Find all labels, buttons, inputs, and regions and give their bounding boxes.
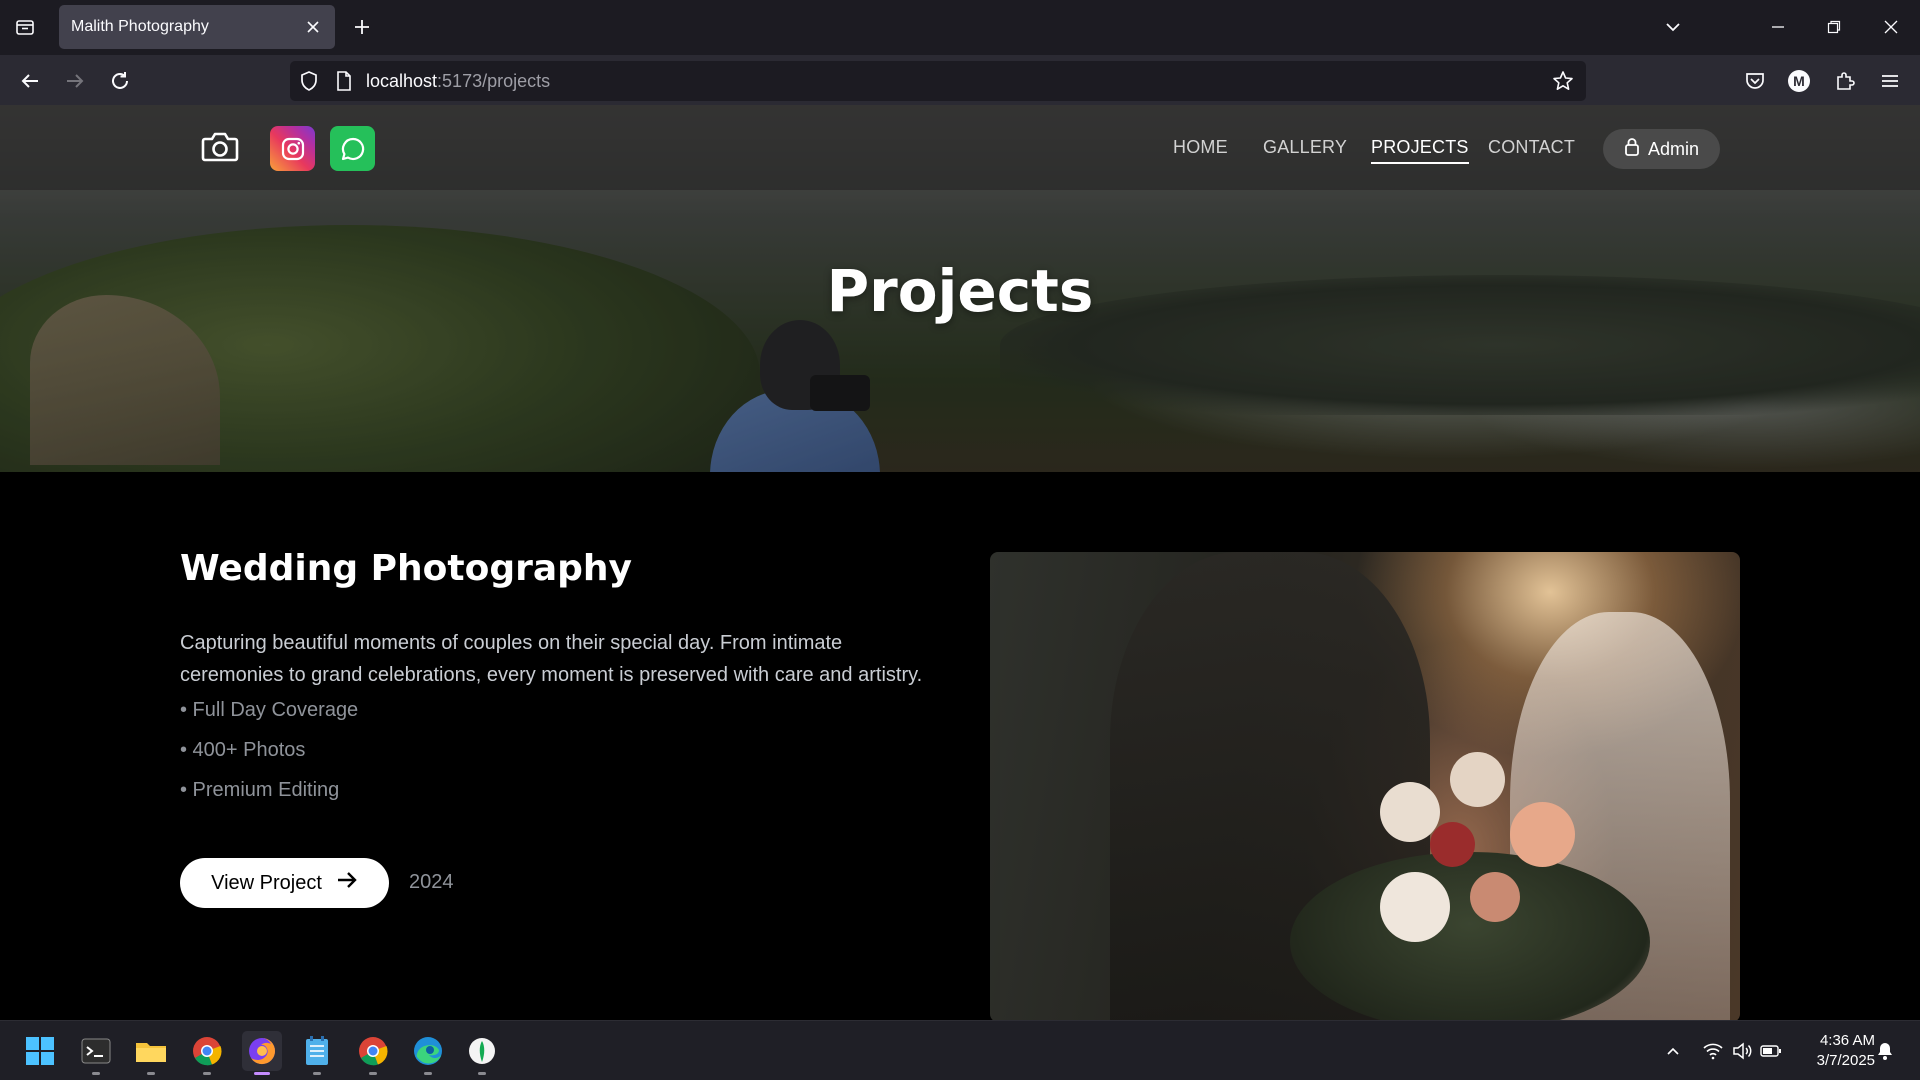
back-arrow-icon[interactable] <box>16 67 44 95</box>
show-hidden-icons-chevron-icon[interactable] <box>1660 1039 1686 1063</box>
nav-projects[interactable]: PROJECTS <box>1371 137 1469 164</box>
pocket-icon[interactable] <box>1741 67 1769 95</box>
close-window-icon[interactable] <box>1878 14 1904 40</box>
page-title: Projects <box>826 257 1094 325</box>
admin-label: Admin <box>1647 138 1700 159</box>
chrome-icon[interactable] <box>353 1031 393 1075</box>
project-title: Wedding Photography <box>180 548 633 589</box>
tab-overflow-chevron-icon[interactable] <box>1660 14 1686 40</box>
url-path: :5173/projects <box>437 71 551 91</box>
notepad-icon[interactable] <box>297 1031 337 1075</box>
nav-contact[interactable]: CONTACT <box>1488 137 1575 158</box>
mongodb-compass-icon[interactable] <box>462 1031 502 1075</box>
extensions-puzzle-icon[interactable] <box>1831 67 1859 95</box>
list-all-tabs-icon[interactable] <box>12 14 38 40</box>
bookmark-star-icon[interactable] <box>1552 70 1574 97</box>
browser-tab-active[interactable]: Malith Photography <box>59 5 335 49</box>
battery-icon[interactable] <box>1758 1039 1784 1063</box>
project-features-list: • Full Day Coverage • 400+ Photos • Prem… <box>180 690 358 810</box>
project-year: 2024 <box>409 871 454 893</box>
windows-start-icon[interactable] <box>20 1031 60 1071</box>
windows-taskbar: 4:36 AM 3/7/2025 <box>0 1020 1920 1080</box>
browser-toolbar: localhost:5173/projects M <box>0 55 1920 105</box>
account-avatar-icon[interactable]: M <box>1785 67 1813 95</box>
url-host: localhost <box>366 71 438 91</box>
terminal-icon[interactable] <box>76 1031 116 1075</box>
firefox-icon[interactable] <box>242 1031 282 1075</box>
chrome-icon[interactable] <box>187 1031 227 1075</box>
page-viewport: Projects HOME GALLERY PROJECTS CONTACT A… <box>0 105 1920 1020</box>
wifi-icon[interactable] <box>1700 1039 1726 1063</box>
volume-icon[interactable] <box>1729 1039 1755 1063</box>
camera-logo-icon[interactable] <box>200 129 240 165</box>
feature-item: • 400+ Photos <box>180 739 306 761</box>
admin-button[interactable]: Admin <box>1603 129 1720 169</box>
clock-date: 3/7/2025 <box>1816 1052 1875 1069</box>
page-info-icon[interactable] <box>334 70 354 97</box>
whatsapp-icon[interactable] <box>330 126 375 171</box>
nav-home[interactable]: HOME <box>1173 137 1228 158</box>
browser-tab-bar: Malith Photography <box>0 0 1920 55</box>
feature-item: • Premium Editing <box>180 779 340 801</box>
instagram-icon[interactable] <box>270 126 315 171</box>
app-menu-hamburger-icon[interactable] <box>1876 67 1904 95</box>
reload-icon[interactable] <box>106 67 134 95</box>
file-explorer-icon[interactable] <box>131 1031 171 1075</box>
clock-time: 4:36 AM <box>1819 1032 1875 1049</box>
address-bar[interactable]: localhost:5173/projects <box>290 61 1586 101</box>
system-clock[interactable]: 4:36 AM 3/7/2025 <box>1795 1031 1875 1071</box>
tracking-protection-shield-icon[interactable] <box>298 70 320 97</box>
lock-icon <box>1624 137 1640 162</box>
minimize-icon[interactable] <box>1765 14 1791 40</box>
arrow-right-icon <box>336 870 358 896</box>
site-header: HOME GALLERY PROJECTS CONTACT Admin <box>0 105 1920 190</box>
project-description: Capturing beautiful moments of couples o… <box>180 632 923 686</box>
new-tab-icon[interactable] <box>350 15 374 39</box>
url-text[interactable]: localhost:5173/projects <box>366 71 550 92</box>
close-tab-icon[interactable] <box>303 17 323 37</box>
svg-text:M: M <box>1793 73 1805 89</box>
view-project-button[interactable]: View Project <box>180 858 389 908</box>
feature-item: • Full Day Coverage <box>180 699 359 721</box>
forward-arrow-icon[interactable] <box>61 67 89 95</box>
nav-gallery[interactable]: GALLERY <box>1263 137 1347 158</box>
tab-title: Malith Photography <box>71 18 209 35</box>
wedding-project-image <box>990 552 1740 1020</box>
restore-icon[interactable] <box>1821 14 1847 40</box>
notifications-bell-icon[interactable] <box>1872 1039 1898 1063</box>
edge-icon[interactable] <box>408 1031 448 1075</box>
view-project-label: View Project <box>211 871 322 894</box>
